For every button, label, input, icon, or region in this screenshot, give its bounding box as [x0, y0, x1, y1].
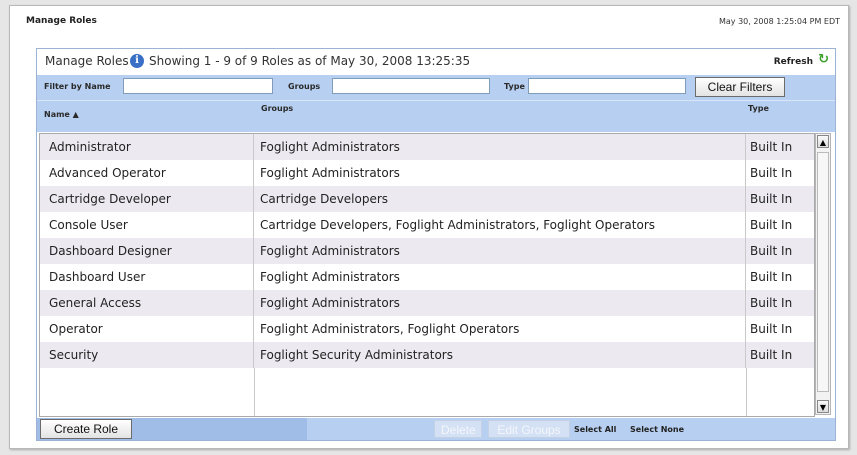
role-type-cell: Built In	[750, 218, 793, 232]
role-name-cell: General Access	[40, 290, 254, 316]
role-name-cell: Console User	[40, 212, 254, 238]
table-row[interactable]: Dashboard User Foglight Administrators B…	[40, 264, 814, 290]
scrollbar-thumb[interactable]	[817, 152, 829, 392]
column-header-name[interactable]: Name ▲	[44, 110, 79, 119]
role-groups-cell: Foglight Administrators	[254, 290, 746, 316]
filter-bar: Filter by Name Groups Type Clear Filters	[37, 75, 835, 100]
table-row[interactable]: Operator Foglight Administrators, Foglig…	[40, 316, 814, 342]
clear-filters-button[interactable]: Clear Filters	[695, 77, 785, 97]
role-groups-cell: Cartridge Developers	[254, 186, 746, 212]
role-type-cell: Built In	[750, 270, 793, 284]
refresh-link[interactable]: Refresh	[774, 57, 813, 67]
role-type-cell: Built In	[750, 140, 793, 154]
role-groups-cell: Foglight Security Administrators	[254, 342, 746, 368]
showing-summary: Showing 1 - 9 of 9 Roles as of May 30, 2…	[149, 54, 471, 68]
roles-table: Administrator Foglight Administrators Bu…	[39, 133, 815, 417]
refresh-icon[interactable]: ↻	[818, 52, 829, 67]
role-groups-cell: Foglight Administrators, Foglight Operat…	[254, 316, 746, 342]
table-row[interactable]: Advanced Operator Foglight Administrator…	[40, 160, 814, 186]
manage-roles-window: Manage Roles May 30, 2008 1:25:04 PM EDT…	[9, 5, 849, 449]
table-row[interactable]: Console User Cartridge Developers, Fogli…	[40, 212, 814, 238]
roles-panel: Manage Roles i Showing 1 - 9 of 9 Roles …	[36, 48, 836, 441]
info-icon[interactable]: i	[130, 54, 144, 68]
filter-groups-input[interactable]	[332, 78, 490, 94]
page-timestamp: May 30, 2008 1:25:04 PM EDT	[718, 17, 840, 26]
select-none-link[interactable]: Select None	[630, 425, 684, 434]
role-groups-cell: Foglight Administrators	[254, 160, 746, 186]
panel-title: Manage Roles	[45, 54, 129, 68]
role-name-cell: Cartridge Developer	[40, 186, 254, 212]
edit-groups-button[interactable]: Edit Groups	[488, 420, 570, 438]
role-name-cell: Operator	[40, 316, 254, 342]
role-name-cell: Dashboard User	[40, 264, 254, 290]
delete-button[interactable]: Delete	[434, 420, 482, 438]
table-row[interactable]: General Access Foglight Administrators B…	[40, 290, 814, 316]
filter-name-input[interactable]	[123, 78, 273, 94]
panel-header: Manage Roles i Showing 1 - 9 of 9 Roles …	[37, 49, 835, 75]
role-type-cell: Built In	[750, 322, 793, 336]
role-type-cell: Built In	[750, 166, 793, 180]
role-groups-cell: Foglight Administrators	[254, 134, 746, 160]
role-name-cell: Administrator	[40, 134, 254, 160]
table-row[interactable]: Cartridge Developer Cartridge Developers…	[40, 186, 814, 212]
role-type-cell: Built In	[750, 244, 793, 258]
table-scrollbar[interactable]: ▲ ▼	[815, 133, 831, 415]
filter-type-label: Type	[504, 82, 525, 91]
table-row[interactable]: Dashboard Designer Foglight Administrato…	[40, 238, 814, 264]
column-header-groups[interactable]: Groups	[261, 104, 293, 113]
role-name-cell: Security	[40, 342, 254, 368]
role-groups-cell: Foglight Administrators	[254, 264, 746, 290]
role-name-cell: Advanced Operator	[40, 160, 254, 186]
table-footer: Create Role Delete Edit Groups Select Al…	[37, 418, 835, 440]
role-type-cell: Built In	[750, 348, 793, 362]
column-header-type[interactable]: Type	[748, 104, 769, 113]
scroll-up-arrow-icon[interactable]: ▲	[817, 135, 829, 148]
scroll-down-arrow-icon[interactable]: ▼	[817, 400, 829, 413]
role-groups-cell: Foglight Administrators	[254, 238, 746, 264]
role-type-cell: Built In	[750, 296, 793, 310]
role-name-cell: Dashboard Designer	[40, 238, 254, 264]
filter-type-input[interactable]	[528, 78, 686, 94]
filter-groups-label: Groups	[288, 82, 321, 91]
role-groups-cell: Cartridge Developers, Foglight Administr…	[254, 212, 746, 238]
page-title: Manage Roles	[26, 16, 97, 26]
select-all-link[interactable]: Select All	[574, 425, 616, 434]
filter-name-label: Filter by Name	[44, 82, 111, 91]
table-header: Name ▲ Groups Type	[37, 100, 835, 132]
table-row[interactable]: Administrator Foglight Administrators Bu…	[40, 134, 814, 160]
role-type-cell: Built In	[750, 192, 793, 206]
table-row[interactable]: Security Foglight Security Administrator…	[40, 342, 814, 368]
create-role-button[interactable]: Create Role	[40, 419, 132, 439]
